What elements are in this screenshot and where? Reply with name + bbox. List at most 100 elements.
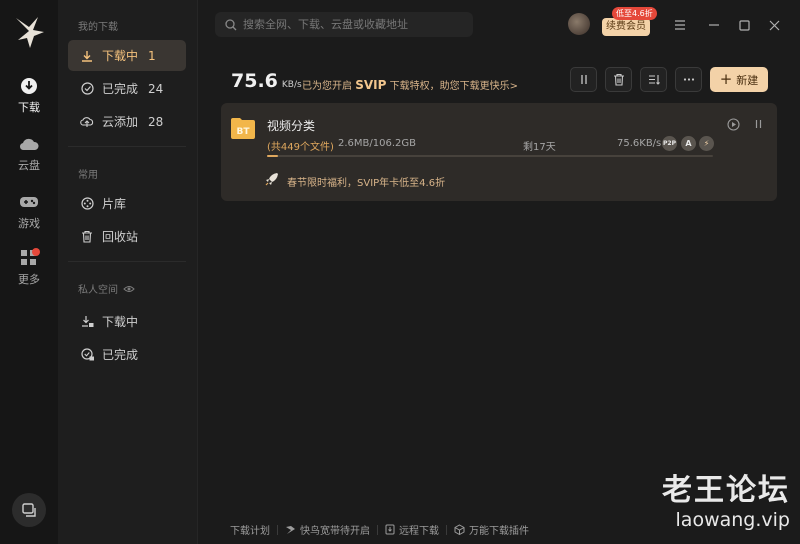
- remote-download-link[interactable]: 远程下载: [385, 522, 439, 537]
- pause-icon: [580, 75, 587, 84]
- task-speed: 75.6KB/s: [617, 138, 662, 149]
- sidebar-item-label: 已完成: [102, 82, 139, 96]
- broadband-link[interactable]: 快鸟宽带待开启: [285, 522, 370, 537]
- sidebar-item-library[interactable]: 片库: [68, 188, 186, 219]
- film-reel-icon: [80, 197, 94, 211]
- notification-dot: [32, 248, 40, 256]
- sidebar-item-count: 24: [148, 81, 164, 96]
- trash-icon: [80, 230, 94, 244]
- sidebar-item-label: 云添加: [102, 115, 139, 129]
- rail-item-games[interactable]: 游戏: [0, 192, 58, 242]
- task-progress-bar: [267, 155, 713, 157]
- avatar[interactable]: [568, 13, 590, 35]
- xunlei-logo-icon[interactable]: [13, 14, 47, 50]
- minimize-button[interactable]: [706, 17, 722, 33]
- sidebar-item-cloud-added[interactable]: 云添加 28: [68, 106, 186, 137]
- sidebar-item-private-downloading[interactable]: 下载中: [68, 306, 186, 337]
- renew-vip-button[interactable]: 续费会员: [602, 18, 650, 36]
- footer-bar: 下载计划 快鸟宽带待开启 远程下载 万能下载插件: [230, 522, 529, 537]
- rail-item-more[interactable]: 更多: [0, 248, 58, 298]
- gamepad-icon: [19, 192, 39, 212]
- cube-icon: [454, 524, 465, 535]
- sidebar-item-private-completed[interactable]: 已完成: [68, 339, 186, 370]
- promo-prefix: 已为您开启: [302, 81, 352, 92]
- divider: [277, 524, 278, 535]
- menu-button[interactable]: [672, 17, 688, 33]
- section-header-common: 常用: [78, 170, 98, 181]
- task-play-button[interactable]: [726, 117, 740, 131]
- rocket-icon: [265, 173, 278, 186]
- footer-label: 快鸟宽带待开启: [300, 526, 370, 537]
- watermark: 老王论坛 laowang.vip: [650, 474, 790, 532]
- footer-label: 万能下载插件: [469, 526, 529, 537]
- eye-icon[interactable]: [123, 285, 135, 293]
- lock-download-icon: [80, 315, 94, 329]
- download-task-card[interactable]: BT 视频分类 (共449个文件) 2.6MB/106.2GB 剩17天 75.…: [221, 103, 777, 201]
- rail-label: 游戏: [18, 217, 40, 230]
- sidebar-item-label: 片库: [102, 197, 127, 211]
- search-icon: [225, 18, 237, 31]
- section-header-private-space: 私人空间: [78, 281, 135, 296]
- sidebar: 我的下载 下载中 1 已完成 24 云添加 28 常用 片库 回收站 私人空间 …: [58, 0, 198, 544]
- new-task-button[interactable]: + 新建: [710, 67, 768, 92]
- task-pause-button[interactable]: [751, 117, 765, 131]
- left-rail: 下载 云盘 游戏 更多: [0, 0, 58, 544]
- task-promo-link[interactable]: 春节限时福利，SVIP年卡低至4.6折: [287, 174, 445, 189]
- switch-window-button[interactable]: [12, 493, 46, 527]
- pause-all-button[interactable]: [570, 67, 597, 92]
- sidebar-item-label: 回收站: [102, 230, 139, 244]
- cloud-icon: [19, 134, 39, 154]
- search-input[interactable]: [243, 18, 463, 31]
- boost-tag: ⚡: [699, 136, 714, 151]
- maximize-icon: [738, 19, 750, 31]
- plus-icon: +: [719, 70, 733, 88]
- download-plan-link[interactable]: 下载计划: [230, 522, 270, 537]
- watermark-url: laowang.vip: [675, 509, 790, 531]
- rail-item-download[interactable]: 下载: [0, 76, 58, 126]
- cloud-upload-icon: [80, 115, 94, 129]
- plugins-link[interactable]: 万能下载插件: [454, 522, 529, 537]
- sidebar-item-label: 下载中: [102, 49, 139, 63]
- svip-promo-link[interactable]: 已为您开启 SVIP 下载特权，助您下载更快乐>: [302, 77, 518, 92]
- sort-button[interactable]: [640, 67, 667, 92]
- task-remaining-time: 剩17天: [523, 142, 556, 153]
- svg-text:BT: BT: [237, 127, 251, 137]
- lock-check-icon: [80, 348, 94, 362]
- total-speed: 75.6 KB/s: [231, 70, 302, 92]
- task-file-count[interactable]: (共449个文件): [267, 138, 334, 153]
- sidebar-item-count: 1: [148, 48, 156, 63]
- maximize-button[interactable]: [736, 17, 752, 33]
- divider: [446, 524, 447, 535]
- play-circle-icon: [726, 117, 740, 131]
- trash-icon: [613, 73, 624, 86]
- section-header-label: 私人空间: [78, 285, 118, 296]
- switch-window-icon: [22, 503, 36, 517]
- footer-label: 远程下载: [399, 526, 439, 537]
- close-icon: [769, 20, 779, 30]
- delete-button[interactable]: [605, 67, 632, 92]
- sidebar-item-label: 已完成: [102, 348, 139, 362]
- close-button[interactable]: [766, 17, 782, 33]
- task-size: 2.6MB/106.2GB: [338, 138, 416, 149]
- watermark-title: 老王论坛: [662, 473, 790, 508]
- new-task-label: 新建: [736, 73, 759, 87]
- main-panel: 续费会员 低至4.6折 75.6 KB/s 已为您开启 SVIP 下载特权，助您…: [198, 0, 800, 544]
- sidebar-item-recycle-bin[interactable]: 回收站: [68, 221, 186, 252]
- check-circle-icon: [80, 82, 94, 96]
- sidebar-item-label: 下载中: [102, 315, 139, 329]
- sidebar-item-downloading[interactable]: 下载中 1: [68, 40, 186, 71]
- section-header-my-downloads: 我的下载: [78, 22, 118, 33]
- ellipsis-icon: [683, 78, 694, 81]
- sidebar-item-completed[interactable]: 已完成 24: [68, 73, 186, 104]
- more-button[interactable]: [675, 67, 702, 92]
- speed-value: 75.6: [231, 70, 278, 92]
- rail-label: 云盘: [18, 159, 40, 172]
- promo-svip: SVIP: [355, 78, 387, 92]
- bird-icon: [285, 525, 296, 535]
- vip-discount-badge: 低至4.6折: [612, 7, 657, 20]
- speed-unit: KB/s: [281, 80, 302, 90]
- rail-item-cloud[interactable]: 云盘: [0, 134, 58, 184]
- search-bar[interactable]: [215, 12, 473, 37]
- sort-icon: [648, 75, 660, 85]
- hamburger-menu-icon: [675, 20, 685, 30]
